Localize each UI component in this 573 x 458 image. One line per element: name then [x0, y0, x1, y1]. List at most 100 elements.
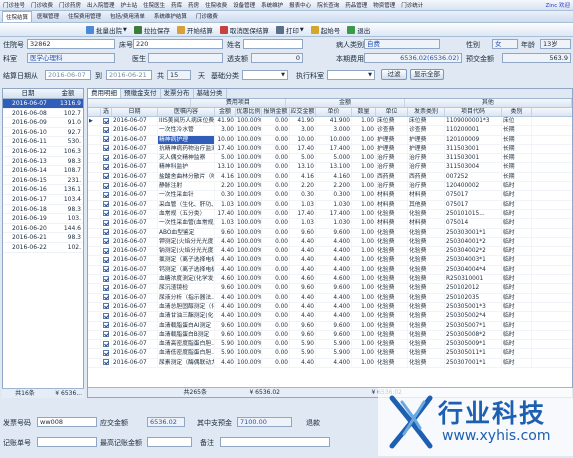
- row-checkbox[interactable]: [103, 229, 109, 236]
- toolbar-button[interactable]: 拉拉保存: [133, 25, 170, 35]
- toolbar-button[interactable]: 起始号: [310, 25, 340, 35]
- row-checkbox[interactable]: [103, 210, 109, 217]
- column-header[interactable]: 金额: [215, 108, 236, 116]
- table-row[interactable]: 2016-06-07 灭人偶交精神监察 5.00 100.00% 0.00 5.00 5.0…: [88, 154, 572, 164]
- column-header[interactable]: 发票类别: [408, 108, 445, 116]
- module-tab[interactable]: 门诊缴费: [192, 11, 222, 22]
- row-checkbox[interactable]: [103, 256, 109, 263]
- table-row[interactable]: 2016-06-07 抗精神病药物治疗监测 17.40 100.00% 0.00 17.4…: [88, 144, 572, 155]
- row-checkbox[interactable]: [103, 145, 109, 152]
- row-checkbox[interactable]: [103, 312, 109, 319]
- row-checkbox[interactable]: [103, 284, 109, 291]
- table-row[interactable]: 2016-06-07 尿液分析（指示器法… 4.40 100.00% 0.00 4.40 4…: [88, 293, 572, 303]
- row-checkbox[interactable]: [103, 219, 109, 226]
- table-row[interactable]: 2016-06-07 血清甘油三酯测定(化… 4.40 100.00% 0.00 4.40…: [88, 312, 572, 322]
- menu-item[interactable]: 门诊统计: [398, 1, 426, 9]
- row-checkbox[interactable]: [103, 191, 109, 198]
- module-tab[interactable]: 系统维护结算: [150, 11, 191, 22]
- row-checkbox[interactable]: [103, 247, 109, 254]
- date-list-row[interactable]: 2016-06-10 92.7: [3, 128, 83, 138]
- base-category-select[interactable]: ▼: [242, 70, 288, 80]
- menu-item[interactable]: 院长查询: [314, 1, 342, 9]
- date-to-picker[interactable]: 2016-06-21: [106, 70, 152, 80]
- table-row[interactable]: 2016-06-07氯测定（离子选择电极法）4.40100.00%0.004.4…: [88, 256, 572, 266]
- table-row[interactable]: 2016-06-07 血清高密度脂蛋白胆… 5.90 100.00% 0.00 5.90 5…: [88, 340, 572, 350]
- invoice-no-input[interactable]: ww008: [37, 417, 97, 427]
- row-checkbox[interactable]: [103, 349, 109, 356]
- date-list-row[interactable]: 2016-06-09 91.0: [3, 118, 83, 128]
- row-checkbox[interactable]: [103, 126, 109, 133]
- column-header[interactable]: 选: [101, 108, 112, 116]
- date-list-row[interactable]: 2016-06-15 231.: [3, 176, 83, 186]
- column-header[interactable]: 报销金额: [262, 108, 290, 116]
- table-row[interactable]: 2016-06-07尿素测定（酶偶联动力学法）4.40100.00%0.004.…: [88, 358, 572, 369]
- row-checkbox[interactable]: [103, 275, 109, 282]
- row-checkbox[interactable]: [103, 154, 109, 161]
- exec-dept-select[interactable]: ▼: [327, 70, 375, 80]
- row-checkbox[interactable]: [103, 201, 109, 208]
- date-list-row[interactable]: 2016-06-17 103.4: [3, 195, 83, 205]
- row-checkbox[interactable]: [103, 163, 109, 170]
- date-list-row[interactable]: 2016-06-14 108.7: [3, 166, 83, 176]
- menu-item[interactable]: 护士站: [118, 1, 141, 9]
- column-header[interactable]: 单价: [316, 108, 352, 116]
- toolbar-button[interactable]: 退出: [347, 25, 370, 35]
- column-header[interactable]: 项目代码: [445, 108, 502, 116]
- row-checkbox[interactable]: [103, 136, 109, 143]
- date-list-row[interactable]: 2016-06-08 102.7: [3, 109, 83, 119]
- toolbar-button[interactable]: 开始结算: [176, 25, 213, 35]
- column-header[interactable]: 日期: [112, 108, 158, 116]
- table-row[interactable]: 2016-06-07 精神科监护 13.10 100.00% 0.00 13.10 13.1…: [88, 163, 572, 173]
- table-row[interactable]: 2016-06-07一次性采血管(血常规用)1.03100.00%0.001.0…: [88, 219, 572, 229]
- row-checkbox[interactable]: [103, 117, 109, 124]
- column-header[interactable]: 类别: [502, 108, 532, 116]
- toolbar-button[interactable]: 批量出院 ▼: [86, 25, 127, 35]
- menu-item[interactable]: 门诊收费: [28, 1, 56, 9]
- menu-item[interactable]: 门诊药房: [56, 1, 84, 9]
- table-row[interactable]: 2016-06-07 血清载脂蛋白B测定 9.60 100.00% 0.00 9.60 9.…: [88, 330, 572, 341]
- module-tab[interactable]: 医嘱管理: [33, 11, 63, 22]
- name-input[interactable]: [243, 39, 303, 49]
- table-row[interactable]: 2016-06-07 ABO血型鉴定 9.60 100.00% 0.00 9.60 9.60…: [88, 228, 572, 238]
- detail-subtab[interactable]: 预缴金支付: [121, 89, 161, 98]
- table-row[interactable]: 2016-06-07 尿沉渣镜检 9.60 100.00% 0.00 9.60 9.600 1…: [88, 284, 572, 294]
- admission-no-input[interactable]: 32862: [27, 39, 115, 49]
- menu-item[interactable]: 出入院管理: [84, 1, 118, 9]
- column-header[interactable]: 单位: [376, 108, 408, 116]
- module-tab[interactable]: 住院费用管理: [64, 11, 105, 22]
- date-from-picker[interactable]: 2016-06-07: [45, 70, 91, 80]
- table-row[interactable]: 2016-06-07 精神病护理 10.00 100.00% 0.00 10.00 10.0…: [88, 135, 572, 145]
- account-no-input[interactable]: [37, 437, 97, 447]
- row-checkbox[interactable]: [103, 340, 109, 347]
- table-row[interactable]: ▶ 2016-06-07 IIIS美阅历人病床位费 41.90 100.00% 0.00 4…: [88, 117, 572, 127]
- menu-item[interactable]: 药房: [185, 1, 202, 9]
- row-checkbox[interactable]: [103, 173, 109, 180]
- detail-subtab[interactable]: 发票分布: [161, 89, 194, 98]
- date-list-row[interactable]: 2016-06-13 98.3: [3, 157, 83, 167]
- filter-button[interactable]: 过滤: [381, 69, 407, 80]
- row-checkbox[interactable]: [103, 238, 109, 245]
- detail-subtab[interactable]: 基础分类: [194, 89, 227, 98]
- row-checkbox[interactable]: [103, 294, 109, 301]
- module-tab[interactable]: 包括/费用清单: [106, 11, 149, 22]
- table-row[interactable]: 2016-06-07 血常规（五分类） 17.40 100.00% 0.00 17.40 1…: [88, 209, 572, 220]
- bed-no-input[interactable]: 220: [133, 39, 223, 49]
- table-row[interactable]: 2016-06-07 钠测定(火焰分光光度… 4.40 100.00% 0.00 4.40…: [88, 247, 572, 257]
- menu-item[interactable]: 药品管理: [342, 1, 370, 9]
- row-checkbox[interactable]: [103, 322, 109, 329]
- date-list-row[interactable]: 2016-06-18 98.3: [3, 205, 83, 215]
- row-checkbox[interactable]: [103, 359, 109, 366]
- table-row[interactable]: 2016-06-07血糖浓度测定(化学发光)4.60100.00%0.004.6…: [88, 275, 572, 285]
- show-all-button[interactable]: 显示全部: [410, 69, 444, 80]
- module-tab[interactable]: 住院结算: [2, 11, 33, 22]
- row-checkbox[interactable]: [103, 182, 109, 189]
- date-list-row[interactable]: 2016-06-16 136.1: [3, 185, 83, 195]
- toolbar-button[interactable]: 打印 ▼: [275, 25, 304, 35]
- table-row[interactable]: 2016-06-07 一次性采血针 0.30 100.00% 0.00 0.30 0.300…: [88, 191, 572, 201]
- menu-item[interactable]: 门诊挂号: [0, 1, 28, 9]
- date-list-row[interactable]: 2016-06-21 98.3: [3, 233, 83, 243]
- menu-item[interactable]: 报表中心: [286, 1, 314, 9]
- table-row[interactable]: 2016-06-07 一次性冷水管 3.00 100.00% 0.00 3.00 3.000…: [88, 126, 572, 136]
- toolbar-button[interactable]: 取消医保结算: [219, 25, 269, 35]
- table-row[interactable]: 2016-06-07盐酸舍曲林分散片（唯…4.16100.00%0.004.16…: [88, 172, 572, 183]
